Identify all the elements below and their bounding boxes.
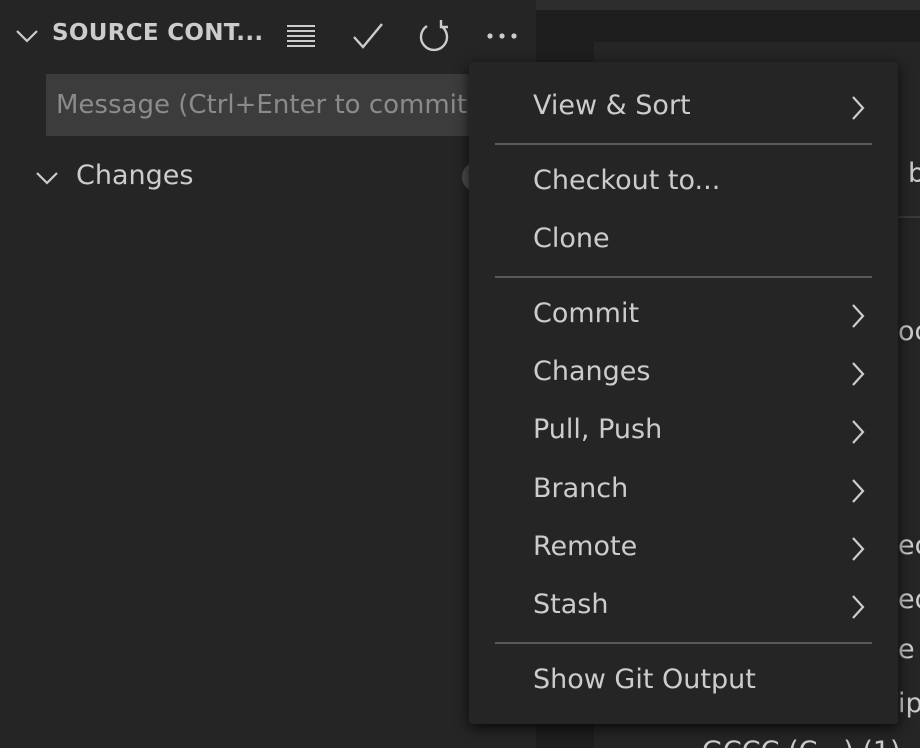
menu-item-remote[interactable]: Remote bbox=[469, 523, 898, 575]
menu-item-label: Pull, Push bbox=[533, 414, 663, 445]
chevron-down-icon[interactable] bbox=[14, 23, 40, 49]
chevron-right-icon bbox=[843, 360, 871, 388]
editor-text-fragment: e ' bbox=[898, 634, 920, 665]
menu-item-checkout-to[interactable]: Checkout to... bbox=[469, 157, 898, 209]
menu-item-changes[interactable]: Changes bbox=[469, 348, 898, 400]
vscode-window: b od ec eq e ' ip GCCC (C...) (1) SOURCE… bbox=[0, 0, 920, 748]
refresh-icon bbox=[417, 19, 451, 53]
chevron-right-icon bbox=[843, 593, 871, 621]
editor-text-fragment: ec bbox=[898, 530, 920, 561]
changes-label: Changes bbox=[76, 160, 194, 191]
menu-separator bbox=[495, 143, 872, 145]
sidebar-header: SOURCE CONT... bbox=[0, 0, 536, 72]
menu-separator bbox=[495, 642, 872, 644]
refresh-button[interactable] bbox=[412, 14, 456, 58]
menu-item-show-git-output[interactable]: Show Git Output bbox=[469, 656, 898, 708]
editor-text-fragment: GCCC (C...) (1) bbox=[702, 736, 901, 748]
menu-item-label: Remote bbox=[533, 531, 638, 562]
editor-title-bar bbox=[536, 0, 920, 10]
menu-item-commit[interactable]: Commit bbox=[469, 290, 898, 342]
menu-item-label: Changes bbox=[533, 356, 651, 387]
menu-item-label: Branch bbox=[533, 473, 629, 504]
menu-item-label: Clone bbox=[533, 223, 610, 254]
more-actions-menu: View & Sort Checkout to... Clone Commit … bbox=[469, 62, 898, 724]
menu-item-stash[interactable]: Stash bbox=[469, 581, 898, 633]
menu-item-label: View & Sort bbox=[533, 90, 691, 121]
ellipsis-icon bbox=[486, 32, 518, 40]
editor-text-fragment: ip bbox=[898, 688, 920, 719]
menu-item-label: Show Git Output bbox=[533, 664, 756, 695]
editor-text-fragment: od bbox=[898, 316, 920, 347]
source-control-sidebar: SOURCE CONT... Message (Ctrl+Enter to co… bbox=[0, 0, 536, 748]
list-icon bbox=[285, 22, 317, 50]
changes-group-header[interactable]: Changes bbox=[0, 152, 536, 204]
chevron-right-icon bbox=[843, 535, 871, 563]
sidebar-title[interactable]: SOURCE CONT... bbox=[52, 20, 263, 46]
menu-separator bbox=[495, 276, 872, 278]
chevron-right-icon bbox=[843, 94, 871, 122]
check-icon bbox=[351, 21, 385, 51]
menu-item-label: Commit bbox=[533, 298, 640, 329]
menu-item-view-and-sort[interactable]: View & Sort bbox=[469, 82, 898, 134]
view-as-tree-button[interactable] bbox=[279, 14, 323, 58]
menu-item-label: Stash bbox=[533, 589, 609, 620]
chevron-right-icon bbox=[843, 418, 871, 446]
menu-item-branch[interactable]: Branch bbox=[469, 465, 898, 517]
commit-button[interactable] bbox=[346, 14, 390, 58]
menu-item-label: Checkout to... bbox=[533, 165, 721, 196]
chevron-right-icon bbox=[843, 477, 871, 505]
menu-item-pull-push[interactable]: Pull, Push bbox=[469, 406, 898, 458]
editor-text-fragment: b bbox=[908, 158, 920, 189]
commit-message-input[interactable] bbox=[46, 74, 516, 136]
editor-text-fragment: eq bbox=[898, 584, 920, 615]
menu-item-clone[interactable]: Clone bbox=[469, 215, 898, 267]
chevron-down-icon bbox=[34, 165, 60, 191]
more-actions-button[interactable] bbox=[480, 14, 524, 58]
chevron-right-icon bbox=[843, 302, 871, 330]
